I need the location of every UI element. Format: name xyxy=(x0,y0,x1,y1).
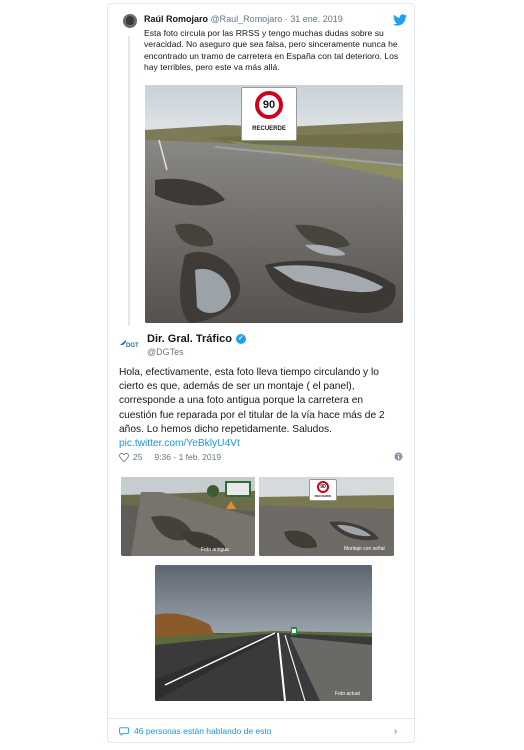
speed-limit-sign: 90 RECUERDE xyxy=(241,87,297,141)
conversation-count-text[interactable]: 46 personas están hablando de esto xyxy=(134,726,272,736)
sign-label: RECUERDE xyxy=(252,126,286,132)
main-tweet-body: Hola, efectivamente, esta foto lleva tie… xyxy=(119,366,403,451)
quoted-date-separator: · xyxy=(282,14,291,24)
main-author-name[interactable]: Dir. Gral. Tráfico xyxy=(147,333,232,345)
dgt-logo-text: DGT xyxy=(126,343,139,349)
quote-thread-line xyxy=(128,36,130,326)
like-count[interactable]: 25 xyxy=(133,452,142,462)
main-author-handle[interactable]: @DGTes xyxy=(147,347,184,357)
dgt-logo-icon[interactable]: DGT xyxy=(118,336,142,352)
quoted-date[interactable]: 31 ene. 2019 xyxy=(290,14,343,24)
media-link[interactable]: pic.twitter.com/YeBklyU4Vt xyxy=(119,437,403,451)
quoted-road-photo[interactable]: 90 RECUERDE xyxy=(145,85,403,323)
small-speed-sign: 90 RECUERDE xyxy=(309,479,337,501)
quoted-author-handle[interactable]: @Raul_Romojaro xyxy=(211,14,283,24)
current-photo-caption: Foto actual xyxy=(335,691,360,697)
small-sign-label: RECUERDE xyxy=(314,494,332,498)
quoted-tweet-text: Esta foto circula por las RRSS y tengo m… xyxy=(144,28,399,73)
main-author-line: Dir. Gral. Tráfico ✓ xyxy=(147,333,246,345)
montage-road-photo[interactable]: 90 RECUERDE Montaje con señal xyxy=(259,477,394,556)
tweet-meta: 25 9:36 - 1 feb. 2019 xyxy=(119,452,221,462)
small-speed-value: 90 xyxy=(317,481,329,493)
twitter-bird-icon[interactable] xyxy=(393,14,407,26)
conversation-link[interactable]: 46 personas están hablando de esto xyxy=(119,726,272,736)
quoted-author-name[interactable]: Raúl Romojaro xyxy=(144,14,208,24)
tweet-timestamp[interactable]: 9:36 - 1 feb. 2019 xyxy=(154,452,221,462)
montage-photo-caption: Montaje con señal xyxy=(344,546,385,552)
main-tweet-text: Hola, efectivamente, esta foto lleva tie… xyxy=(119,367,385,435)
speech-bubble-icon xyxy=(119,726,129,736)
speed-limit-value: 90 xyxy=(255,91,283,119)
current-road-image xyxy=(155,565,372,701)
current-road-photo[interactable]: Foto actual xyxy=(155,565,372,701)
quoted-author-avatar[interactable] xyxy=(123,14,137,28)
old-photo-caption: Foto antigua xyxy=(201,547,229,553)
verified-badge-icon: ✓ xyxy=(235,334,246,344)
info-icon[interactable] xyxy=(394,452,403,461)
old-road-photo[interactable]: Foto antigua xyxy=(121,477,255,556)
quoted-author-line: Raúl Romojaro @Raul_Romojaro · 31 ene. 2… xyxy=(144,14,343,24)
heart-icon[interactable] xyxy=(119,452,129,462)
old-road-image xyxy=(121,477,255,556)
chevron-right-icon[interactable]: › xyxy=(394,726,397,737)
